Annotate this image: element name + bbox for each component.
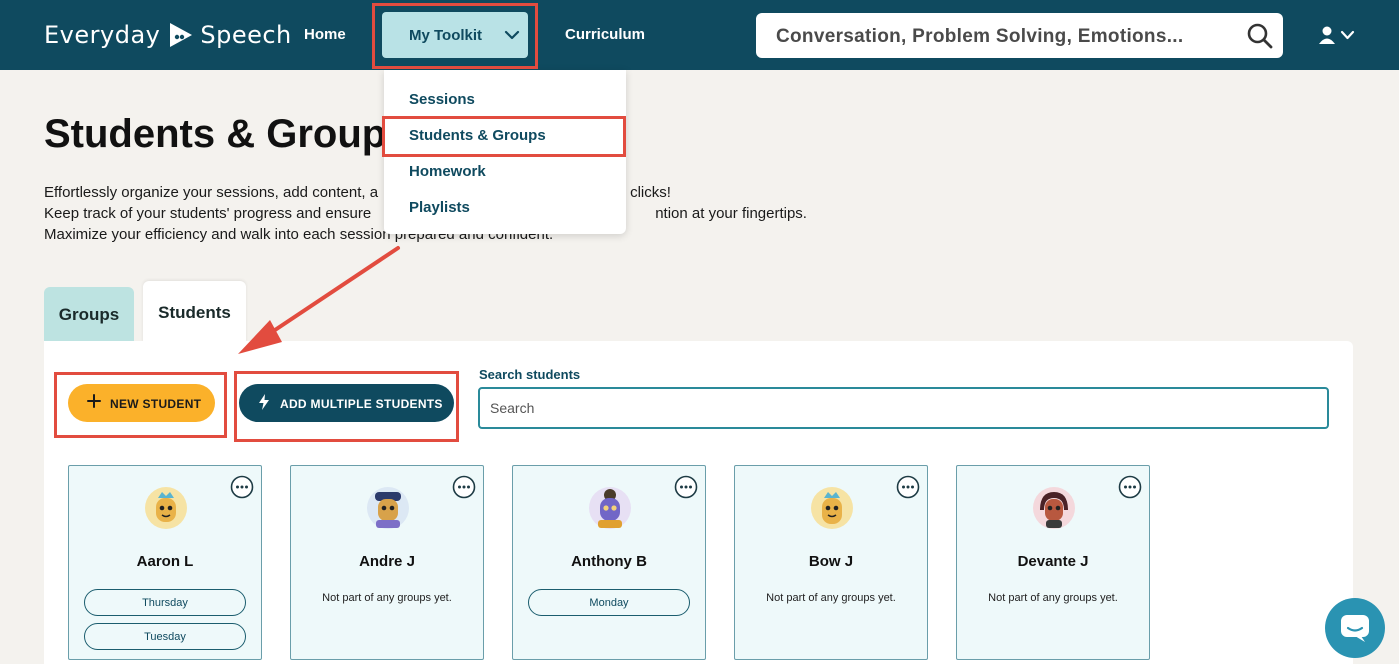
more-options-icon[interactable] (896, 475, 920, 499)
student-avatar (145, 487, 187, 529)
student-name: Bow J (808, 553, 854, 570)
more-options-icon[interactable] (452, 475, 476, 499)
group-badge-thursday[interactable]: Thursday (84, 589, 246, 616)
student-card-bow-j[interactable]: Bow J Not part of any groups yet. (734, 465, 928, 660)
no-groups-text: Not part of any groups yet. (988, 592, 1118, 604)
logo-text-speech: Speech (200, 21, 292, 49)
logo-play-icon (170, 23, 193, 47)
user-account-menu[interactable] (1318, 25, 1358, 47)
my-toolkit-menu-button[interactable]: My Toolkit (382, 12, 528, 58)
lightning-icon (259, 394, 269, 410)
intro-line-2a: Keep track of your students' progress an… (44, 205, 372, 222)
support-chat-button[interactable] (1325, 598, 1385, 658)
intro-line-2b: ntion at your fingertips. (655, 205, 807, 222)
search-students-label: Search students (479, 367, 581, 382)
student-avatar (1033, 487, 1075, 529)
search-students-input[interactable] (478, 387, 1329, 429)
group-badge-monday[interactable]: Monday (528, 589, 690, 616)
top-navigation-bar: Everyday Speech Home My Toolkit Curricul… (0, 0, 1399, 70)
global-search-box[interactable]: Conversation, Problem Solving, Emotions.… (756, 13, 1283, 58)
student-card-anthony-b[interactable]: Anthony B Monday (512, 465, 706, 660)
group-badge-tuesday[interactable]: Tuesday (84, 623, 246, 650)
student-card-devante-j[interactable]: Devante J Not part of any groups yet. (956, 465, 1150, 660)
student-name: Anthony B (571, 553, 647, 570)
more-options-icon[interactable] (674, 475, 698, 499)
page-title: Students & Groups (44, 112, 409, 156)
student-name: Devante J (1017, 553, 1089, 570)
student-card-aaron-l[interactable]: Aaron L Thursday Tuesday (68, 465, 262, 660)
global-search-placeholder: Conversation, Problem Solving, Emotions.… (776, 26, 1184, 47)
no-groups-text: Not part of any groups yet. (766, 592, 896, 604)
tab-groups[interactable]: Groups (44, 287, 134, 341)
everyday-speech-logo[interactable]: Everyday Speech (44, 18, 292, 52)
student-avatar (589, 487, 631, 529)
nav-curriculum-link[interactable]: Curriculum (565, 26, 645, 43)
more-options-icon[interactable] (1118, 475, 1142, 499)
chat-bubble-icon (1341, 615, 1369, 642)
new-student-button[interactable]: NEW STUDENT (68, 384, 215, 422)
student-avatar (367, 487, 409, 529)
menu-item-students-groups[interactable]: Students & Groups (409, 127, 546, 144)
plus-icon (87, 394, 101, 408)
intro-line-1a: Effortlessly organize your sessions, add… (44, 184, 379, 201)
add-multiple-students-button[interactable]: ADD MULTIPLE STUDENTS (239, 384, 454, 422)
student-avatar (811, 487, 853, 529)
chevron-down-icon (504, 30, 520, 40)
search-icon[interactable] (1246, 22, 1274, 50)
add-multiple-students-label: ADD MULTIPLE STUDENTS (280, 397, 443, 411)
tab-students[interactable]: Students (143, 281, 246, 343)
menu-item-homework[interactable]: Homework (409, 163, 486, 180)
menu-item-sessions[interactable]: Sessions (409, 91, 475, 108)
logo-text-everyday: Everyday (44, 21, 161, 49)
student-card-andre-j[interactable]: Andre J Not part of any groups yet. (290, 465, 484, 660)
my-toolkit-dropdown: Sessions Students & Groups Homework Play… (384, 70, 626, 234)
student-name: Andre J (359, 553, 415, 570)
no-groups-text: Not part of any groups yet. (322, 592, 452, 604)
student-name: Aaron L (136, 553, 194, 570)
more-options-icon[interactable] (230, 475, 254, 499)
nav-home-link[interactable]: Home (304, 26, 346, 43)
menu-item-playlists[interactable]: Playlists (409, 199, 470, 216)
my-toolkit-label: My Toolkit (409, 27, 483, 44)
new-student-label: NEW STUDENT (110, 397, 202, 411)
intro-line-1b: clicks! (630, 184, 671, 201)
